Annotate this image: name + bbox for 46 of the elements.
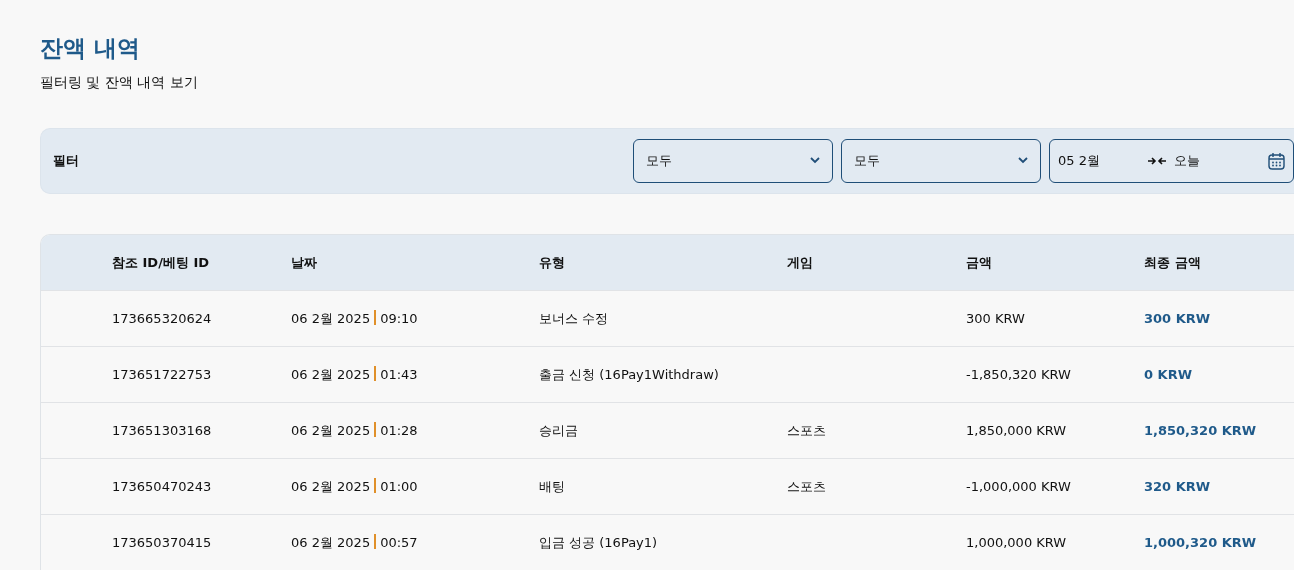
column-header: 날짜 (291, 253, 318, 272)
table-cell-text: 320 KRW (1144, 477, 1212, 496)
date-range-field[interactable]: 05 2월 오늘 (1049, 138, 1294, 183)
time-text: 01:43 (380, 366, 418, 382)
end-date: 오늘 (1174, 152, 1201, 171)
table-cell-text: 출금 신청 (16Pay1Withdraw) (539, 365, 720, 384)
time-text: 01:28 (380, 422, 418, 438)
filter-select[interactable]: 모두 (841, 138, 1041, 183)
table-cell-text: 배팅 (539, 477, 566, 496)
date-text: 06 2월 2025 (291, 478, 371, 494)
table-cell-text: 300 KRW (1144, 309, 1212, 328)
start-date: 05 2월 (1058, 152, 1101, 171)
filter-label: 필터 (53, 152, 80, 171)
column-header: 최종 금액 (1144, 253, 1202, 272)
date-text: 06 2월 2025 (291, 366, 371, 382)
date-text: 06 2월 2025 (291, 422, 371, 438)
table-cell-text: 173650370415 (112, 533, 213, 552)
table-cell-text: -1,850,320 KRW (966, 365, 1072, 384)
page-subtitle: 필터링 및 잔액 내역 보기 (40, 72, 199, 92)
page-title: 잔액 내역 (40, 34, 141, 63)
column-header: 유형 (539, 253, 566, 272)
table-cell-text: 173650470243 (112, 477, 213, 496)
table-cell: 스포츠 (787, 422, 826, 438)
table-cell-text: -1,000,000 KRW (966, 477, 1072, 496)
column-header: 참조 ID/베팅 ID (112, 253, 211, 272)
time-text: 09:10 (380, 310, 418, 326)
table-cell-text: 173651303168 (112, 421, 213, 440)
date-text: 06 2월 2025 (291, 310, 371, 326)
table-cell-text: 입금 성공 (16Pay1) (539, 533, 659, 552)
column-header: 게임 (787, 253, 814, 272)
table-cell-text: 1,850,320 KRW (1144, 421, 1258, 440)
table-cell-text: 1,850,000 KRW (966, 421, 1068, 440)
date-text: 06 2월 2025 (291, 534, 371, 550)
column-header: 금액 (966, 253, 993, 272)
filter-select[interactable]: 모두 (633, 138, 833, 183)
table-cell-text: 보너스 수정 (539, 309, 610, 328)
table-cell-text: 승리금 (539, 421, 579, 440)
table-cell-text: 1,000,000 KRW (966, 533, 1068, 552)
time-text: 00:57 (380, 534, 418, 550)
table-cell-text: 1,000,320 KRW (1144, 533, 1258, 552)
table-cell-text: 300 KRW (966, 309, 1026, 328)
table-cell: 스포츠 (787, 478, 826, 494)
table-cell-text: 173665320624 (112, 309, 213, 328)
table-cell-text: 0 KRW (1144, 365, 1193, 384)
table-cell-text: 173651722753 (112, 365, 213, 384)
time-text: 01:00 (380, 478, 418, 494)
